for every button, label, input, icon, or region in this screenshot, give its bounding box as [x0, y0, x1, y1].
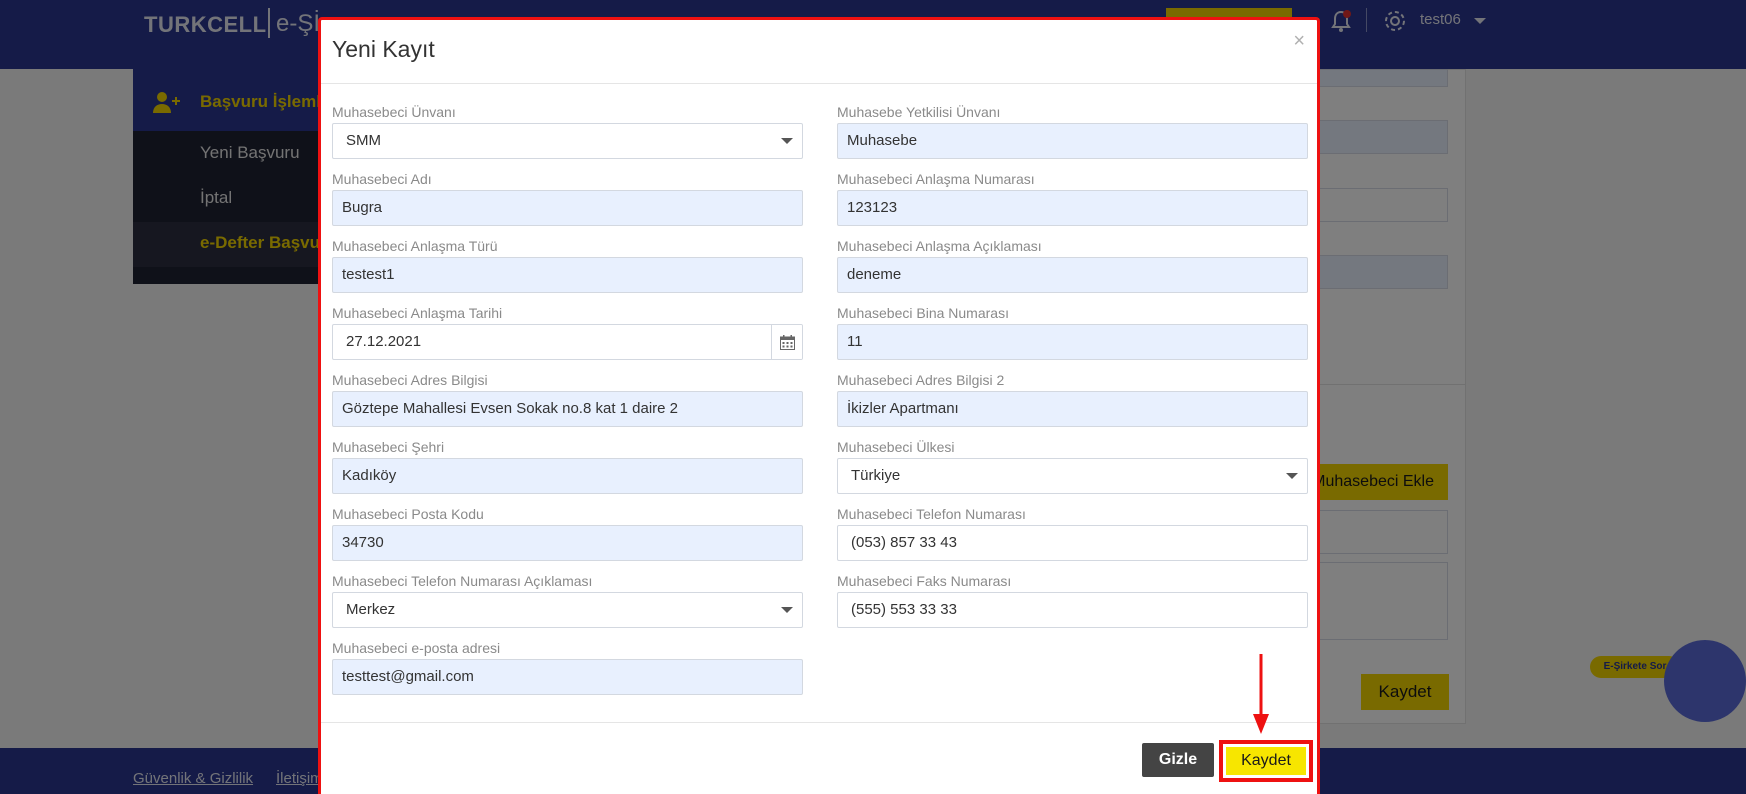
ulke-select[interactable]: Türkiye — [837, 458, 1308, 494]
anlasma-no-input[interactable]: 123123 — [837, 190, 1308, 226]
field-unvan: Muhasebeci Ünvanı SMM — [332, 104, 803, 159]
field-label: Muhasebeci Anlaşma Numarası — [837, 171, 1035, 187]
field-telefon: Muhasebeci Telefon Numarası (053) 857 33… — [837, 506, 1308, 561]
telefon-input[interactable]: (053) 857 33 43 — [837, 525, 1308, 561]
field-label: Muhasebeci Adres Bilgisi — [332, 372, 488, 388]
field-faks: Muhasebeci Faks Numarası (555) 553 33 33 — [837, 573, 1308, 628]
field-sehir: Muhasebeci Şehri Kadıköy — [332, 439, 803, 494]
field-anlasma-aciklama: Muhasebeci Anlaşma Açıklaması deneme — [837, 238, 1308, 293]
field-label: Muhasebeci Ülkesi — [837, 439, 955, 455]
save-button[interactable]: Kaydet — [1226, 747, 1306, 775]
field-adi: Muhasebeci Adı Bugra — [332, 171, 803, 226]
field-anlasma-no: Muhasebeci Anlaşma Numarası 123123 — [837, 171, 1308, 226]
chevron-down-icon[interactable] — [781, 607, 793, 613]
field-label: Muhasebeci Bina Numarası — [837, 305, 1009, 321]
field-adres2: Muhasebeci Adres Bilgisi 2 İkizler Apart… — [837, 372, 1308, 427]
field-label: Muhasebe Yetkilisi Ünvanı — [837, 104, 1001, 120]
select-value: SMM — [346, 132, 381, 149]
sehir-input[interactable]: Kadıköy — [332, 458, 803, 494]
unvan-select[interactable]: SMM — [332, 123, 803, 159]
bina-no-input[interactable]: 11 — [837, 324, 1308, 360]
field-label: Muhasebeci Telefon Numarası — [837, 506, 1026, 522]
field-label: Muhasebeci Anlaşma Tarihi — [332, 305, 503, 321]
field-bina-no: Muhasebeci Bina Numarası 11 — [837, 305, 1308, 360]
eposta-input[interactable]: testtest@gmail.com — [332, 659, 803, 695]
anlasma-turu-input[interactable]: testest1 — [332, 257, 803, 293]
select-value: Merkez — [346, 601, 396, 618]
select-value: Türkiye — [851, 467, 901, 484]
arrow-down-icon — [1253, 654, 1269, 734]
adres-input[interactable]: Göztepe Mahallesi Evsen Sokak no.8 kat 1… — [332, 391, 803, 427]
new-record-modal: Yeni Kayıt × Muhasebeci Ünvanı SMM Muhas… — [318, 17, 1320, 794]
field-label: Muhasebeci e-posta adresi — [332, 640, 501, 656]
field-label: Muhasebeci Adres Bilgisi 2 — [837, 372, 1005, 388]
date-value: 27.12.2021 — [346, 333, 422, 350]
telefon-aciklama-select[interactable]: Merkez — [332, 592, 803, 628]
field-yetkili-unvan: Muhasebe Yetkilisi Ünvanı Muhasebe — [837, 104, 1308, 159]
modal-footer: Gizle Kaydet — [321, 722, 1317, 794]
field-label: Muhasebeci Telefon Numarası Açıklaması — [332, 573, 593, 589]
modal-title: Yeni Kayıt — [332, 36, 435, 62]
adi-input[interactable]: Bugra — [332, 190, 803, 226]
close-icon[interactable]: × — [1293, 30, 1305, 53]
field-label: Muhasebeci Ünvanı — [332, 104, 456, 120]
field-label: Muhasebeci Faks Numarası — [837, 573, 1012, 589]
chevron-down-icon[interactable] — [781, 138, 793, 144]
field-label: Muhasebeci Anlaşma Açıklaması — [837, 238, 1042, 254]
field-anlasma-turu: Muhasebeci Anlaşma Türü testest1 — [332, 238, 803, 293]
yetkili-unvan-input[interactable]: Muhasebe — [837, 123, 1308, 159]
field-eposta: Muhasebeci e-posta adresi testtest@gmail… — [332, 640, 803, 695]
posta-kodu-input[interactable]: 34730 — [332, 525, 803, 561]
chevron-down-icon[interactable] — [1286, 473, 1298, 479]
modal-header: Yeni Kayıt × — [321, 20, 1317, 84]
faks-input[interactable]: (555) 553 33 33 — [837, 592, 1308, 628]
calendar-icon[interactable] — [771, 325, 802, 359]
save-button-highlight: Kaydet — [1219, 740, 1313, 782]
field-label: Muhasebeci Posta Kodu — [332, 506, 484, 522]
anlasma-aciklama-input[interactable]: deneme — [837, 257, 1308, 293]
anlasma-tarihi-input[interactable]: 27.12.2021 — [332, 324, 803, 360]
field-adres: Muhasebeci Adres Bilgisi Göztepe Mahalle… — [332, 372, 803, 427]
field-label: Muhasebeci Şehri — [332, 439, 445, 455]
adres2-input[interactable]: İkizler Apartmanı — [837, 391, 1308, 427]
field-anlasma-tarihi: Muhasebeci Anlaşma Tarihi 27.12.2021 — [332, 305, 803, 360]
field-posta-kodu: Muhasebeci Posta Kodu 34730 — [332, 506, 803, 561]
field-telefon-aciklama: Muhasebeci Telefon Numarası Açıklaması M… — [332, 573, 803, 628]
field-label: Muhasebeci Anlaşma Türü — [332, 238, 498, 254]
hide-button[interactable]: Gizle — [1142, 743, 1214, 777]
field-ulke: Muhasebeci Ülkesi Türkiye — [837, 439, 1308, 494]
field-label: Muhasebeci Adı — [332, 171, 432, 187]
